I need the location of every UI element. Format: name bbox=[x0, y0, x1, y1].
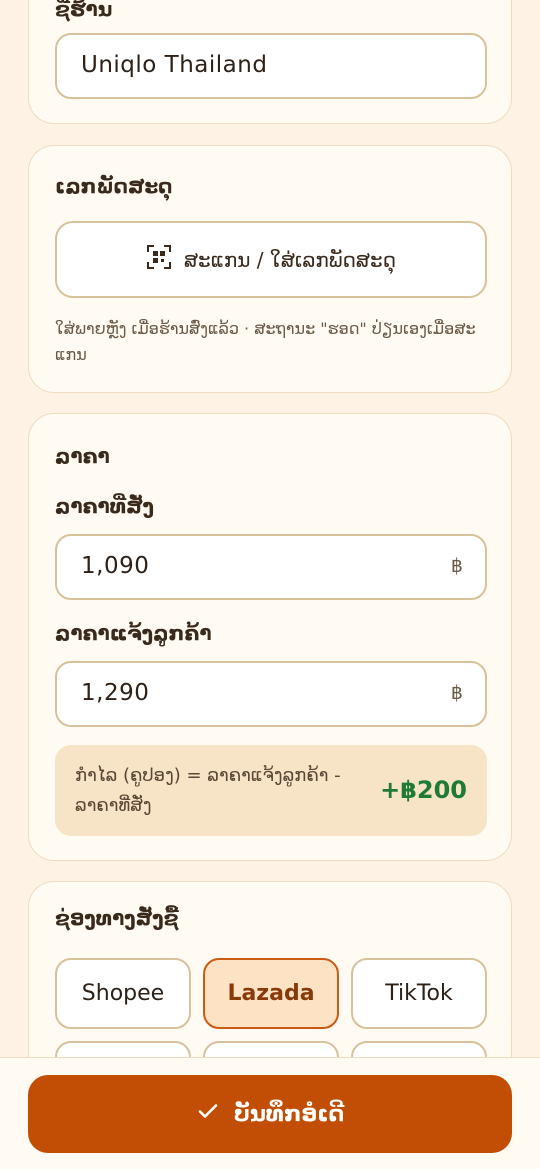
shop-card: ຊື່ຮ້ານ Uniqlo Thailand bbox=[28, 0, 512, 124]
save-order-button[interactable]: ບັນທຶກອໍເດີ bbox=[28, 1075, 512, 1153]
profit-summary: ກຳໄລ (ຄູປອງ) = ລາຄາແຈ້ງລູກຄ້າ - ລາຄາທີ່ສ… bbox=[55, 745, 487, 836]
tracking-hint: ໃສ່ພາຍຫຼັງ ເມື່ອຮ້ານສົ່ງແລ້ວ · ສະຖານະ "ຮ… bbox=[55, 319, 476, 364]
scan-tracking-button[interactable]: ສະແກນ / ໃສ່ເລກພັດສະດຸ bbox=[55, 221, 487, 298]
check-icon bbox=[196, 1099, 220, 1129]
save-button-label: ບັນທຶກອໍເດີ bbox=[233, 1101, 345, 1127]
shop-label: ຊື່ຮ້ານ bbox=[55, 0, 113, 21]
sell-price-input[interactable]: 1,290 ฿ bbox=[55, 661, 487, 727]
cost-price-input[interactable]: 1,090 ฿ bbox=[55, 534, 487, 600]
price-card: ລາຄາ ລາຄາທີ່ສັ່ງ 1,090 ฿ ລາຄາແຈ້ງລູກຄ້າ … bbox=[28, 413, 512, 861]
tracking-label: ເລກພັດສະດຸ bbox=[55, 174, 173, 198]
qr-scan-icon bbox=[146, 244, 172, 275]
channel-label: ຊ່ອງທາງສັ່ງຊື້ bbox=[55, 906, 179, 930]
sell-price-label: ລາຄາແຈ້ງລູກຄ້າ bbox=[55, 621, 212, 645]
profit-value: +฿200 bbox=[380, 776, 467, 804]
shop-name-input[interactable]: Uniqlo Thailand bbox=[55, 33, 487, 99]
channel-option-tiktok[interactable]: TikTok bbox=[351, 958, 487, 1029]
cost-currency-symbol: ฿ bbox=[450, 555, 463, 577]
bottom-action-bar: ບັນທຶກອໍເດີ bbox=[0, 1057, 540, 1169]
price-section-label: ລາຄາ bbox=[55, 444, 110, 468]
channel-option-lazada[interactable]: Lazada bbox=[203, 958, 339, 1029]
channel-option-shopee[interactable]: Shopee bbox=[55, 958, 191, 1029]
sell-price-value: 1,290 bbox=[81, 680, 150, 706]
order-form-page: ຊື່ຮ້ານ Uniqlo Thailand ເລກພັດສະດຸ ສະແກນ… bbox=[0, 0, 540, 1169]
scan-button-label: ສະແກນ / ໃສ່ເລກພັດສະດຸ bbox=[183, 247, 396, 272]
cost-price-label: ລາຄາທີ່ສັ່ງ bbox=[55, 494, 155, 518]
tracking-card: ເລກພັດສະດຸ ສະແກນ / ໃສ່ເລກພັດສະດຸ ໃສ່ພາຍຫ… bbox=[28, 145, 512, 393]
profit-formula: ກຳໄລ (ຄູປອງ) = ລາຄາແຈ້ງລູກຄ້າ - ລາຄາທີ່ສ… bbox=[75, 765, 341, 816]
shop-name-value: Uniqlo Thailand bbox=[81, 52, 268, 78]
cost-price-value: 1,090 bbox=[81, 553, 150, 579]
sell-currency-symbol: ฿ bbox=[450, 682, 463, 704]
